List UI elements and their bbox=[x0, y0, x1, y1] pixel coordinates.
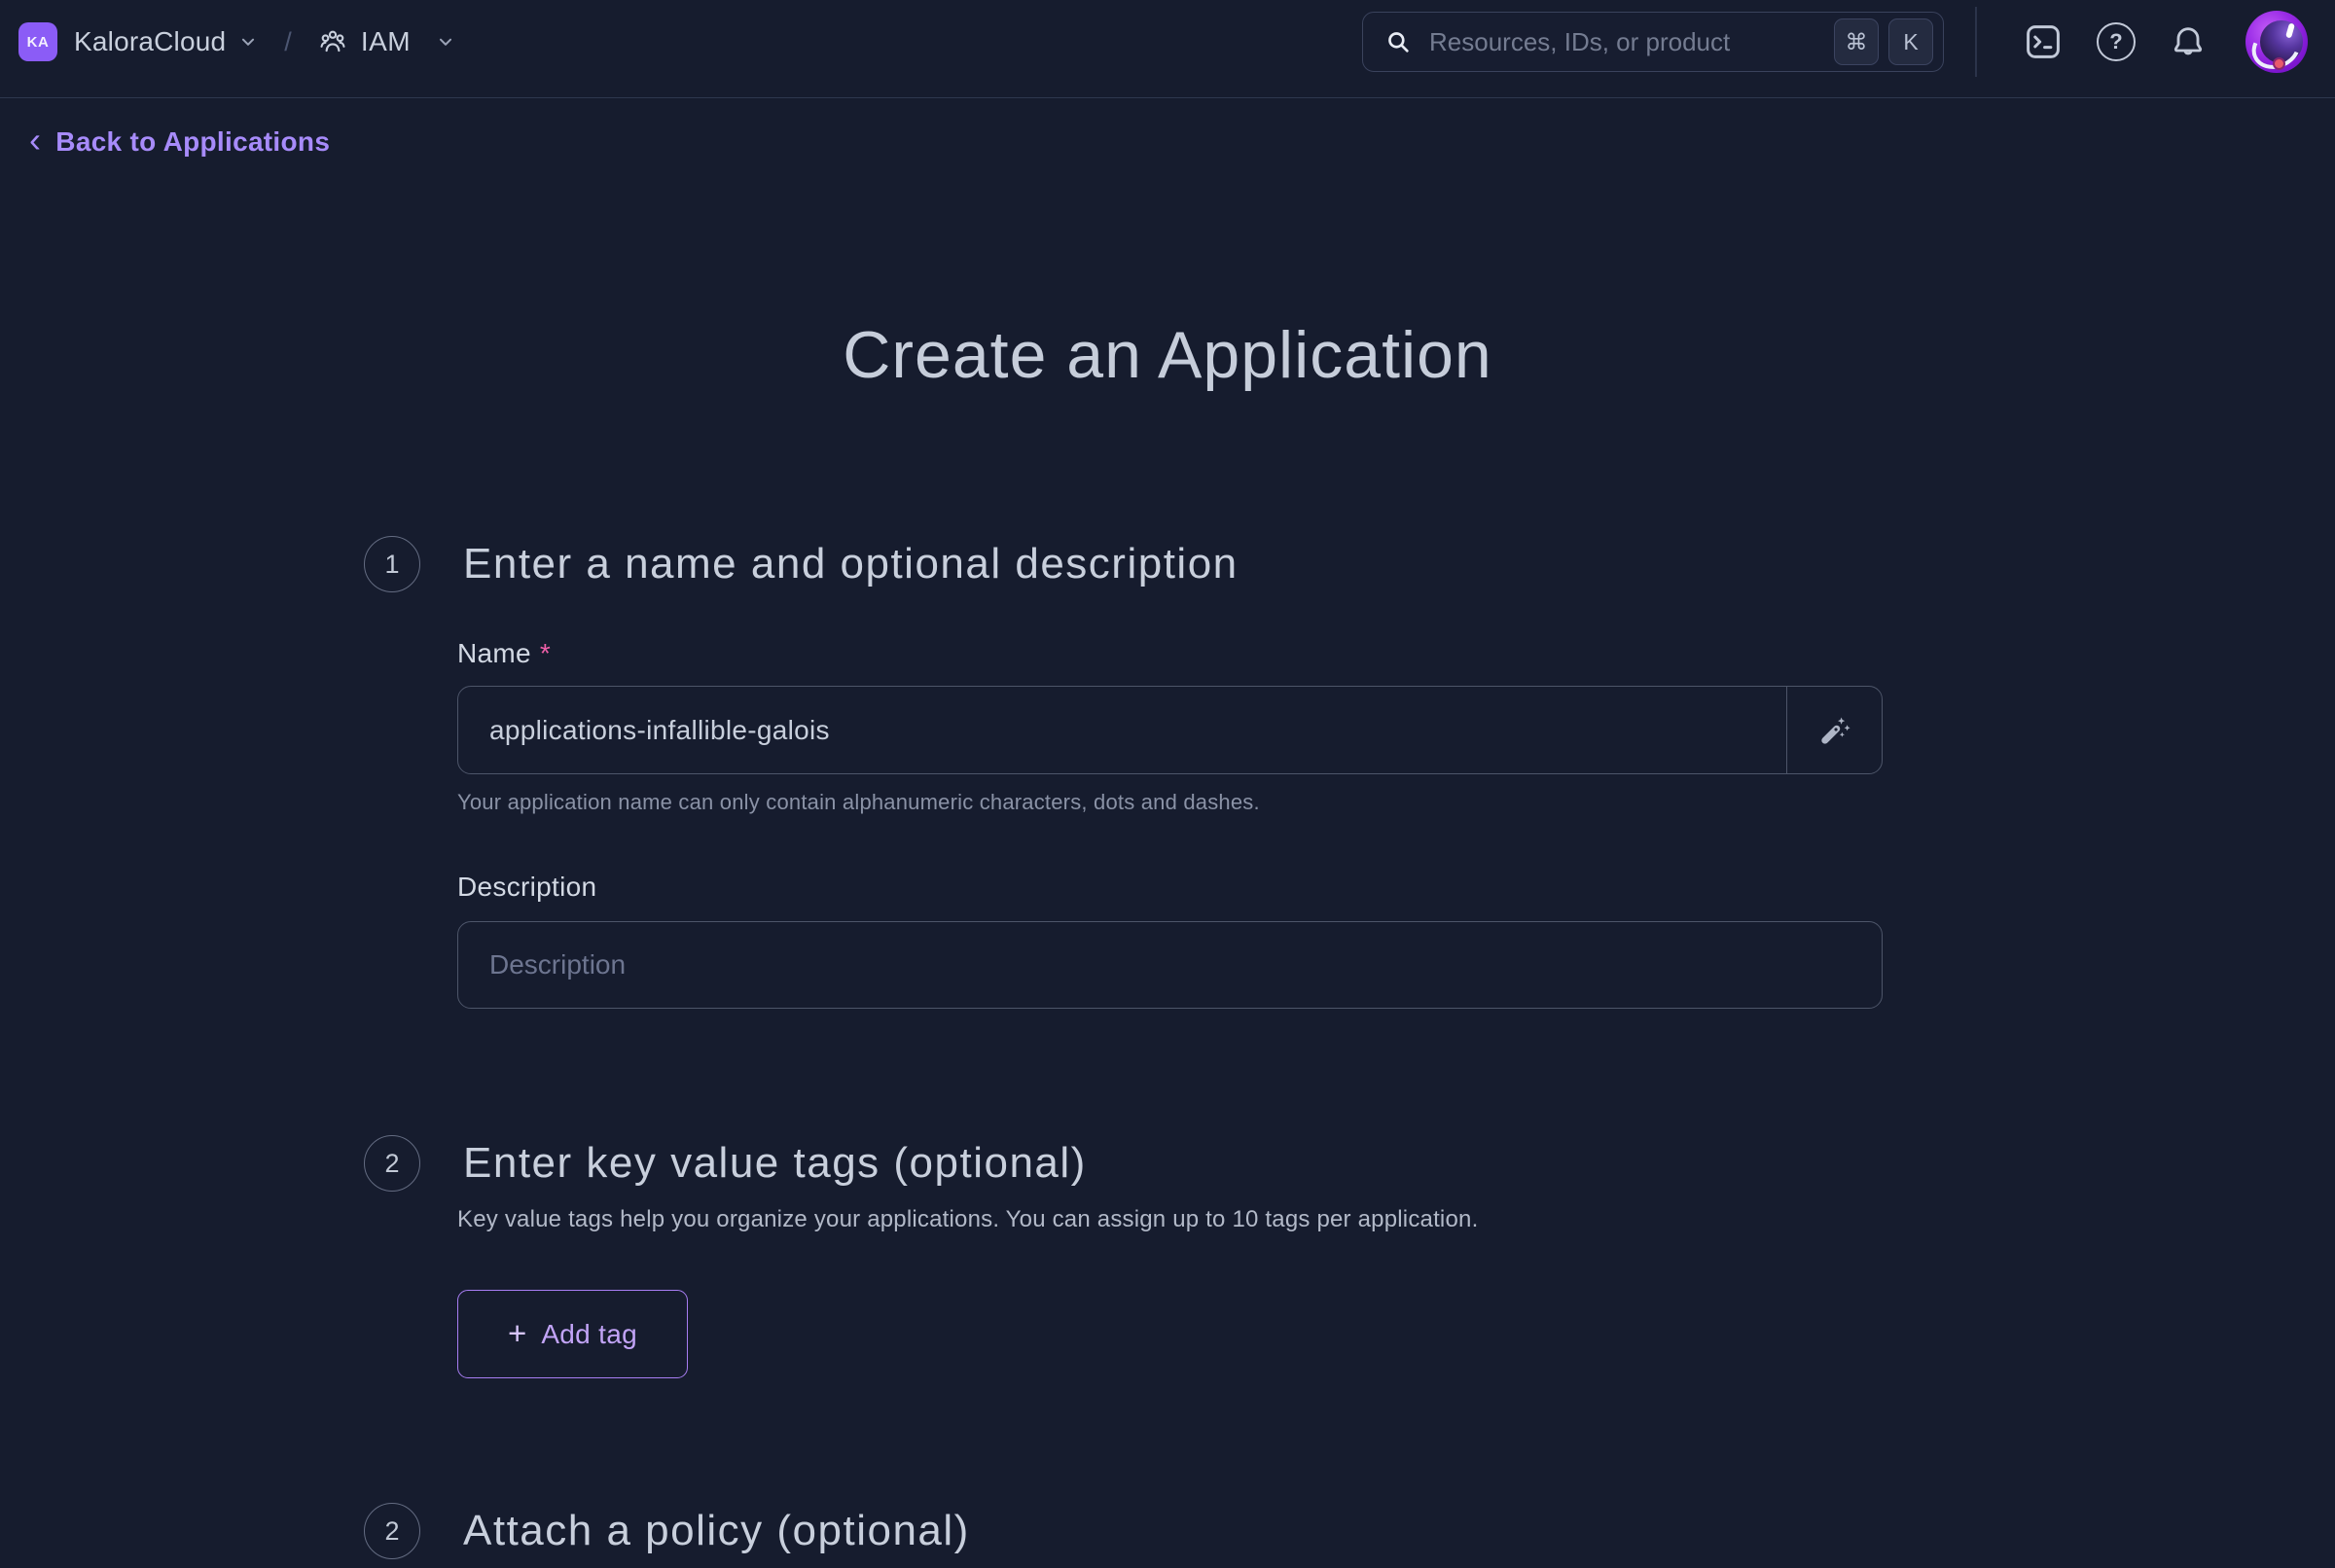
step-name-header: 1 Enter a name and optional description bbox=[364, 536, 1239, 592]
global-search[interactable]: ⌘ K bbox=[1362, 12, 1944, 72]
name-label-text: Name bbox=[457, 638, 531, 668]
step-policy-header: 2 Attach a policy (optional) bbox=[364, 1503, 970, 1559]
command-keycap: ⌘ bbox=[1834, 18, 1879, 65]
nav-breadcrumb: KA KaloraCloud / IAM bbox=[18, 22, 456, 61]
search-icon bbox=[1384, 28, 1412, 55]
breadcrumb-separator: / bbox=[284, 27, 292, 57]
k-keycap: K bbox=[1888, 18, 1933, 65]
name-input-group bbox=[457, 686, 1883, 774]
step-number-badge: 2 bbox=[364, 1503, 420, 1559]
step-heading: Enter a name and optional description bbox=[463, 540, 1239, 588]
avatar-dot bbox=[2273, 57, 2285, 70]
description-input[interactable] bbox=[457, 921, 1883, 1009]
bell-icon bbox=[2169, 22, 2208, 61]
plus-icon: + bbox=[508, 1317, 526, 1349]
chevron-down-icon bbox=[435, 31, 456, 53]
name-help-text: Your application name can only contain a… bbox=[457, 790, 1260, 815]
service-dropdown[interactable]: IAM bbox=[317, 26, 456, 57]
terminal-icon bbox=[2023, 21, 2064, 62]
step-heading: Enter key value tags (optional) bbox=[463, 1139, 1087, 1188]
user-avatar[interactable] bbox=[2245, 11, 2308, 73]
nav-divider bbox=[1975, 7, 1977, 77]
back-to-applications-link[interactable]: ‹ Back to Applications bbox=[29, 126, 330, 158]
description-label: Description bbox=[457, 872, 596, 903]
notifications-button[interactable] bbox=[2169, 22, 2208, 61]
org-logo[interactable]: KA bbox=[18, 22, 57, 61]
user-group-icon bbox=[317, 26, 348, 57]
chevron-left-icon: ‹ bbox=[29, 126, 41, 154]
tags-subtitle: Key value tags help you organize your ap… bbox=[457, 1206, 1478, 1233]
add-tag-label: Add tag bbox=[541, 1319, 637, 1350]
magic-wand-icon bbox=[1817, 713, 1852, 748]
nav-actions: ⌘ K ? bbox=[1362, 7, 2308, 77]
cloud-shell-button[interactable] bbox=[2023, 21, 2064, 62]
chevron-down-icon bbox=[237, 31, 259, 53]
page-title: Create an Application bbox=[0, 317, 2335, 393]
name-label: Name * bbox=[457, 638, 551, 669]
service-name: IAM bbox=[361, 26, 411, 57]
help-icon: ? bbox=[2097, 22, 2136, 61]
back-link-label: Back to Applications bbox=[55, 126, 330, 158]
generate-name-button[interactable] bbox=[1786, 687, 1882, 773]
org-name: KaloraCloud bbox=[74, 26, 226, 57]
step-number-badge: 1 bbox=[364, 536, 420, 592]
required-marker: * bbox=[540, 638, 551, 668]
add-tag-button[interactable]: + Add tag bbox=[457, 1290, 688, 1378]
search-input[interactable] bbox=[1429, 27, 1824, 57]
help-button[interactable]: ? bbox=[2097, 22, 2136, 61]
top-nav: KA KaloraCloud / IAM bbox=[0, 0, 2335, 98]
step-heading: Attach a policy (optional) bbox=[463, 1507, 970, 1555]
step-number-badge: 2 bbox=[364, 1135, 420, 1192]
step-tags-header: 2 Enter key value tags (optional) bbox=[364, 1135, 1087, 1192]
name-input[interactable] bbox=[458, 687, 1786, 773]
org-dropdown[interactable]: KaloraCloud bbox=[57, 26, 259, 57]
